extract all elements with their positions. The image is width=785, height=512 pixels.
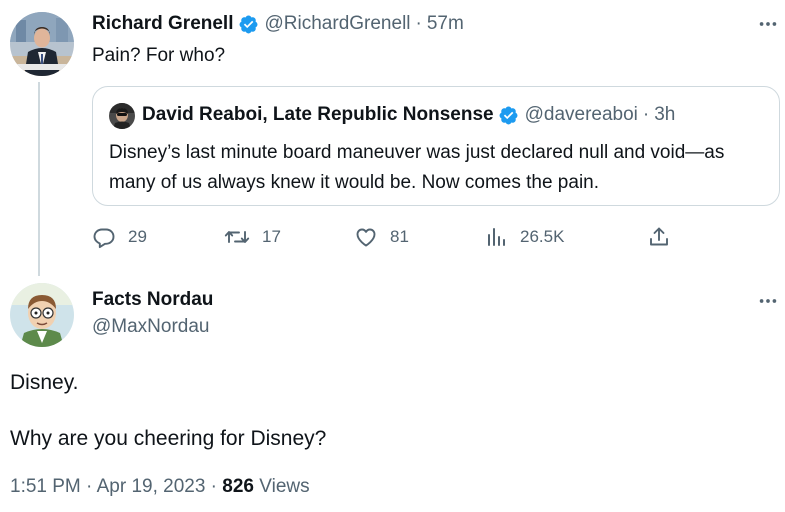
reply-metadata: 1:51 PM · Apr 19, 2023 · 826 Views bbox=[10, 476, 310, 498]
more-icon[interactable] bbox=[756, 289, 780, 313]
reply-author-name[interactable]: Facts Nordau bbox=[92, 289, 213, 311]
reply-author-handle-row: @MaxNordau bbox=[92, 316, 210, 338]
reply-author-name-row: Facts Nordau bbox=[92, 289, 213, 311]
thread-connector-line bbox=[38, 82, 40, 276]
reply-author-handle[interactable]: @MaxNordau bbox=[92, 316, 210, 338]
quoted-author-name[interactable]: David Reaboi, Late Republic Nonsense bbox=[142, 104, 494, 126]
quoted-tweet-text: Disney’s last minute board maneuver was … bbox=[109, 142, 725, 193]
reply-views-count: 826 bbox=[222, 476, 254, 497]
reply-count: 29 bbox=[128, 227, 147, 246]
tweet-action-bar: 29 17 81 26.5K bbox=[92, 222, 692, 252]
repost-count: 17 bbox=[262, 227, 281, 246]
reply-button[interactable]: 29 bbox=[92, 222, 147, 252]
views-button[interactable]: 26.5K bbox=[486, 222, 564, 252]
quoted-tweet-time[interactable]: 3h bbox=[654, 104, 675, 126]
repost-icon bbox=[224, 225, 250, 249]
quoted-author-handle[interactable]: @davereaboi bbox=[525, 104, 638, 126]
verified-badge-icon bbox=[238, 14, 259, 35]
avatar-facts-nordau[interactable] bbox=[10, 283, 74, 347]
quoted-tweet-header: David Reaboi, Late Republic Nonsense @da… bbox=[142, 104, 675, 126]
reply-timestamp[interactable]: 1:51 PM · Apr 19, 2023 · bbox=[10, 476, 222, 497]
author-handle[interactable]: @RichardGrenell bbox=[265, 13, 411, 35]
share-button[interactable] bbox=[647, 222, 671, 252]
tweet-header: Richard Grenell @RichardGrenell · 57m bbox=[92, 13, 464, 35]
quoted-tweet-card[interactable]: David Reaboi, Late Republic Nonsense @da… bbox=[92, 86, 780, 206]
like-button[interactable]: 81 bbox=[354, 222, 409, 252]
like-count: 81 bbox=[390, 227, 409, 246]
reply-text-line-2: Why are you cheering for Disney? bbox=[10, 427, 327, 450]
verified-badge-icon bbox=[498, 105, 519, 126]
author-name[interactable]: Richard Grenell bbox=[92, 13, 234, 35]
avatar-richard-grenell[interactable] bbox=[10, 12, 74, 76]
reply-views-label: Views bbox=[254, 476, 310, 497]
tweet-text: Pain? For who? bbox=[92, 45, 226, 66]
separator-dot: · bbox=[415, 13, 422, 34]
avatar-david-reaboi bbox=[109, 103, 135, 129]
views-count: 26.5K bbox=[520, 227, 565, 246]
more-icon[interactable] bbox=[756, 12, 780, 36]
heart-icon bbox=[354, 225, 378, 249]
separator-dot: · bbox=[642, 104, 650, 125]
reply-icon bbox=[92, 225, 116, 249]
share-icon bbox=[647, 225, 671, 249]
analytics-icon bbox=[486, 225, 508, 249]
tweet-time[interactable]: 57m bbox=[427, 13, 464, 35]
repost-button[interactable]: 17 bbox=[224, 222, 281, 252]
reply-text-line-1: Disney. bbox=[10, 371, 79, 394]
